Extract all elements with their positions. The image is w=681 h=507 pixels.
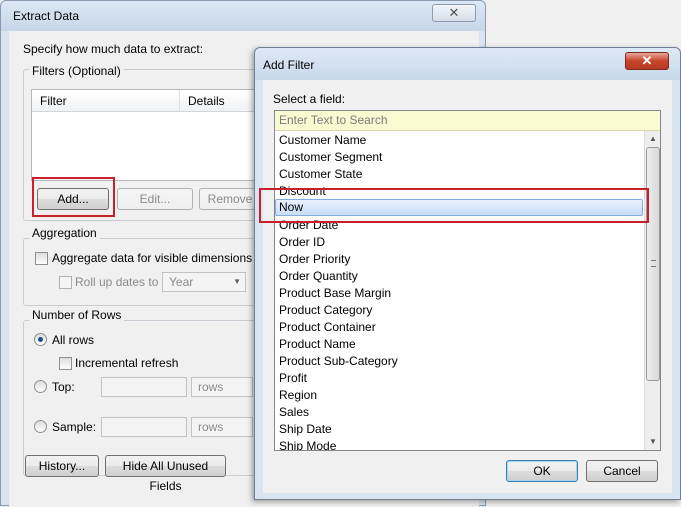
incremental-refresh-checkbox[interactable] xyxy=(59,357,72,370)
list-item[interactable]: Product Category xyxy=(275,302,643,319)
cancel-button[interactable]: Cancel xyxy=(586,460,658,482)
list-item[interactable]: Region xyxy=(275,387,643,404)
search-input[interactable]: Enter Text to Search xyxy=(275,111,660,131)
list-item[interactable]: Order Priority xyxy=(275,251,643,268)
remove-filter-button[interactable]: Remove xyxy=(199,188,261,210)
top-unit-value: rows xyxy=(198,380,224,394)
field-items: Customer Name Customer Segment Customer … xyxy=(275,131,644,450)
aggregation-group-label: Aggregation xyxy=(29,226,100,240)
dialog-title: Add Filter xyxy=(263,58,315,72)
add-filter-titlebar: Add Filter ✕ xyxy=(255,48,680,80)
list-item[interactable]: Product Base Margin xyxy=(275,285,643,302)
sample-label: Sample: xyxy=(52,420,97,434)
ok-button[interactable]: OK xyxy=(506,460,578,482)
chevron-down-icon: ▼ xyxy=(233,277,241,286)
highlight-box-add xyxy=(32,177,115,217)
select-field-label: Select a field: xyxy=(273,92,346,106)
rollup-checkbox[interactable] xyxy=(59,276,72,289)
list-item[interactable]: Customer Segment xyxy=(275,149,643,166)
rows-group-label: Number of Rows xyxy=(29,308,125,322)
list-item[interactable]: Ship Date xyxy=(275,421,643,438)
grip-icon xyxy=(651,260,656,267)
dialog-close-button[interactable]: ✕ xyxy=(625,52,669,70)
list-item[interactable]: Product Name xyxy=(275,336,643,353)
list-item[interactable]: Customer State xyxy=(275,166,643,183)
scroll-down-icon[interactable]: ▼ xyxy=(645,434,661,450)
top-unit-select[interactable]: rows xyxy=(191,377,253,397)
column-header-details[interactable]: Details xyxy=(188,94,225,108)
incremental-refresh-label: Incremental refresh xyxy=(75,356,179,370)
search-placeholder: Enter Text to Search xyxy=(279,113,388,127)
add-filter-client: Select a field: Enter Text to Search Cus… xyxy=(263,80,672,493)
list-item[interactable]: Profit xyxy=(275,370,643,387)
all-rows-radio[interactable] xyxy=(34,333,47,346)
column-header-filter[interactable]: Filter xyxy=(40,94,67,108)
aggregate-label: Aggregate data for visible dimensions xyxy=(52,251,253,265)
scroll-up-icon[interactable]: ▲ xyxy=(645,131,661,147)
column-divider xyxy=(179,90,180,112)
field-list[interactable]: Enter Text to Search Customer Name Custo… xyxy=(274,110,661,451)
top-radio[interactable] xyxy=(34,380,47,393)
top-label: Top: xyxy=(52,380,75,394)
list-item[interactable]: Product Sub-Category xyxy=(275,353,643,370)
aggregate-checkbox[interactable] xyxy=(35,252,48,265)
close-button[interactable]: ✕ xyxy=(432,4,476,22)
sample-count-input[interactable] xyxy=(101,417,187,437)
list-item[interactable]: Ship Mode xyxy=(275,438,643,450)
edit-filter-button[interactable]: Edit... xyxy=(117,188,193,210)
close-icon: ✕ xyxy=(641,53,653,68)
scrollbar-thumb[interactable] xyxy=(646,147,660,381)
sample-unit-value: rows xyxy=(198,420,224,434)
list-item[interactable]: Order ID xyxy=(275,234,643,251)
list-item[interactable]: Product Container xyxy=(275,319,643,336)
list-item[interactable]: Sales xyxy=(275,404,643,421)
all-rows-label: All rows xyxy=(52,333,95,347)
filters-group-label: Filters (Optional) xyxy=(29,64,124,78)
sample-unit-select[interactable]: rows xyxy=(191,417,253,437)
close-icon: ✕ xyxy=(448,5,460,20)
hide-unused-fields-button[interactable]: Hide All Unused Fields xyxy=(105,455,226,493)
sample-radio[interactable] xyxy=(34,420,47,433)
add-filter-dialog: Add Filter ✕ Select a field: Enter Text … xyxy=(254,47,681,500)
list-item[interactable]: Customer Name xyxy=(275,132,643,149)
extract-titlebar: Extract Data ✕ xyxy=(1,1,485,31)
highlight-box-now xyxy=(259,188,649,223)
history-button[interactable]: History... xyxy=(25,455,99,477)
vertical-scrollbar[interactable]: ▲ ▼ xyxy=(644,131,660,450)
extract-prompt: Specify how much data to extract: xyxy=(23,42,204,56)
rollup-select-value: Year xyxy=(169,275,194,289)
rollup-label: Roll up dates to xyxy=(75,275,159,289)
top-count-input[interactable] xyxy=(101,377,187,397)
list-item[interactable]: Order Quantity xyxy=(275,268,643,285)
window-title: Extract Data xyxy=(13,9,80,23)
rollup-select[interactable]: Year ▼ xyxy=(162,272,246,292)
